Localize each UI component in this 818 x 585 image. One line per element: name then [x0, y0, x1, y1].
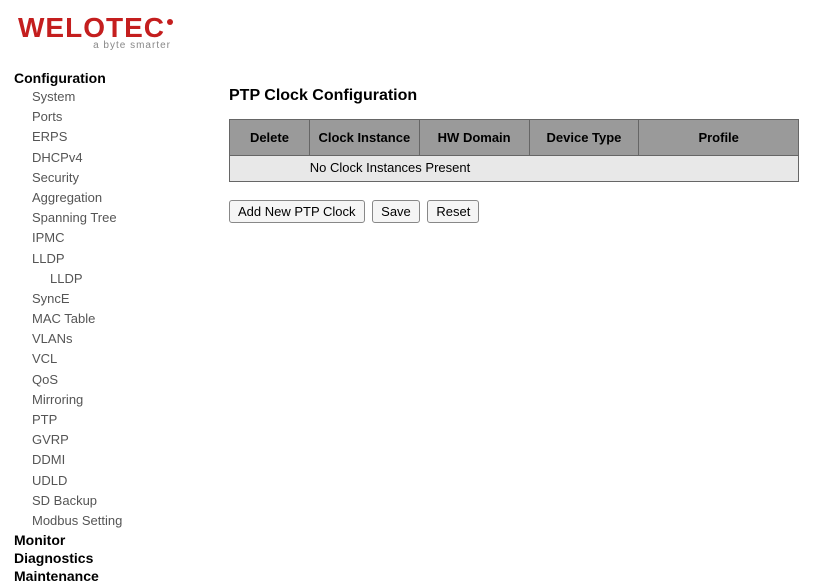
sidebar-item-sd-backup[interactable]: SD Backup [14, 491, 189, 511]
sidebar-section-monitor[interactable]: Monitor [14, 531, 189, 549]
sidebar-item-mac-table[interactable]: MAC Table [14, 309, 189, 329]
add-new-ptp-clock-button[interactable]: Add New PTP Clock [229, 200, 365, 223]
sidebar-item-vlans[interactable]: VLANs [14, 329, 189, 349]
ptp-clock-table: Delete Clock Instance HW Domain Device T… [229, 119, 799, 182]
sidebar-item-ports[interactable]: Ports [14, 107, 189, 127]
save-button[interactable]: Save [372, 200, 420, 223]
sidebar-item-modbus-setting[interactable]: Modbus Setting [14, 511, 189, 531]
page-title: PTP Clock Configuration [229, 87, 804, 105]
sidebar-item-erps[interactable]: ERPS [14, 127, 189, 147]
sidebar-section-maintenance[interactable]: Maintenance [14, 567, 189, 585]
sidebar-item-ddmi[interactable]: DDMI [14, 450, 189, 470]
th-hw-domain: HW Domain [419, 120, 529, 156]
th-clock-instance: Clock Instance [309, 120, 419, 156]
reset-button[interactable]: Reset [427, 200, 479, 223]
button-row: Add New PTP Clock Save Reset [229, 200, 804, 223]
sidebar-item-ptp[interactable]: PTP [14, 410, 189, 430]
sidebar-item-system[interactable]: System [14, 87, 189, 107]
sidebar-item-aggregation[interactable]: Aggregation [14, 188, 189, 208]
sidebar-item-vcl[interactable]: VCL [14, 349, 189, 369]
sidebar-item-udld[interactable]: UDLD [14, 471, 189, 491]
sidebar-subitem-lldp[interactable]: LLDP [14, 269, 189, 289]
sidebar-item-gvrp[interactable]: GVRP [14, 430, 189, 450]
table-empty-message: No Clock Instances Present [300, 160, 480, 177]
sidebar-item-qos[interactable]: QoS [14, 370, 189, 390]
logo-area: WELOTEC a byte smarter [0, 0, 818, 59]
table-empty-row: No Clock Instances Present [230, 156, 799, 182]
sidebar-item-mirroring[interactable]: Mirroring [14, 390, 189, 410]
main-content: PTP Clock Configuration Delete Clock Ins… [189, 69, 804, 585]
th-device-type: Device Type [529, 120, 639, 156]
sidebar-section-diagnostics[interactable]: Diagnostics [14, 549, 189, 567]
sidebar: Configuration System Ports ERPS DHCPv4 S… [14, 69, 189, 585]
sidebar-item-security[interactable]: Security [14, 168, 189, 188]
sidebar-section-configuration[interactable]: Configuration [14, 69, 189, 87]
sidebar-item-synce[interactable]: SyncE [14, 289, 189, 309]
logo-dot [167, 19, 173, 25]
th-profile: Profile [639, 120, 799, 156]
sidebar-item-ipmc[interactable]: IPMC [14, 228, 189, 248]
sidebar-item-lldp[interactable]: LLDP [14, 249, 189, 269]
th-delete: Delete [230, 120, 310, 156]
sidebar-item-spanning-tree[interactable]: Spanning Tree [14, 208, 189, 228]
sidebar-item-dhcpv4[interactable]: DHCPv4 [14, 148, 189, 168]
